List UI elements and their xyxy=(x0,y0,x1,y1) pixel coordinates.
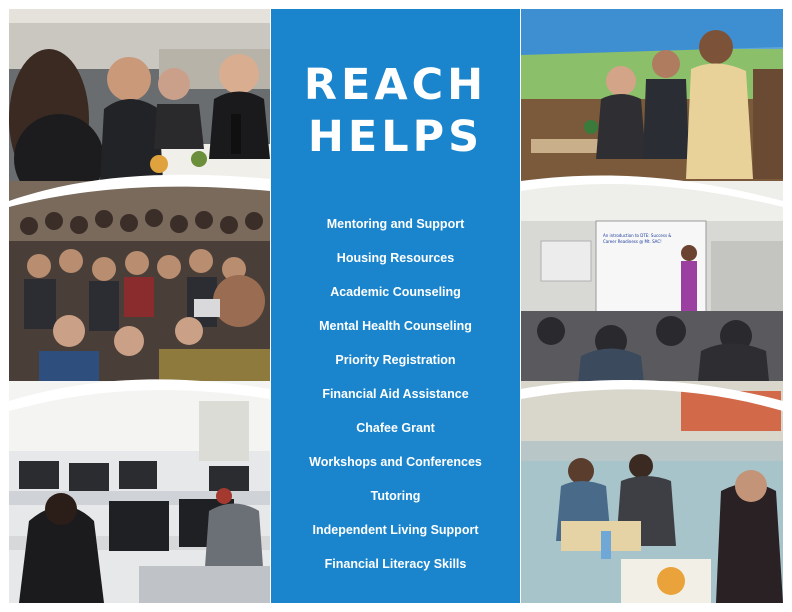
left-photo-column xyxy=(9,9,270,603)
page-title: REACH HELPS xyxy=(271,59,520,163)
service-item: Housing Resources xyxy=(336,251,455,265)
service-item: Independent Living Support xyxy=(312,523,479,537)
service-item: Financial Aid Assistance xyxy=(322,387,469,401)
service-item: Academic Counseling xyxy=(330,285,461,299)
slide-line-1: An introduction to DTE: Success & xyxy=(603,233,671,238)
service-item: Chafee Grant xyxy=(356,421,435,435)
right-photo-column: An introduction to DTE: Success & Career… xyxy=(521,9,783,603)
service-item: Priority Registration xyxy=(335,353,456,367)
photo-presentation-classroom: An introduction to DTE: Success & Career… xyxy=(521,181,783,401)
wave-divider xyxy=(9,174,270,207)
wave-divider xyxy=(521,175,783,207)
flyer-page: REACH HELPS Mentoring and Support Housin… xyxy=(0,0,792,612)
slide-line-2: Career Readiness @ Mt. SAC! xyxy=(603,239,662,244)
services-list: Mentoring and Support Housing Resources … xyxy=(271,207,520,581)
wave-divider xyxy=(9,379,270,411)
service-item: Tutoring xyxy=(370,489,421,503)
photo-computer-lab xyxy=(9,381,270,603)
title-line-2: HELPS xyxy=(307,112,484,162)
services-panel: REACH HELPS Mentoring and Support Housin… xyxy=(271,9,520,603)
service-item: Financial Literacy Skills xyxy=(324,557,467,571)
service-item: Mentoring and Support xyxy=(326,217,465,231)
wave-divider xyxy=(521,379,783,411)
photo-large-student-group xyxy=(9,181,270,401)
photo-painting-workshop xyxy=(521,381,783,603)
service-item: Mental Health Counseling xyxy=(319,319,472,333)
service-item: Workshops and Conferences xyxy=(309,455,482,469)
title-line-1: REACH xyxy=(303,60,488,110)
